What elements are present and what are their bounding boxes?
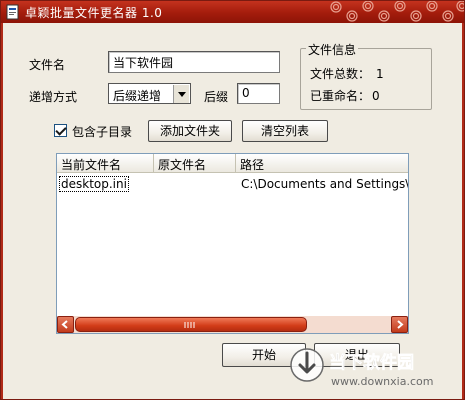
include-subdirs-checkbox[interactable] (54, 124, 67, 137)
renamed-count-label: 已重命名： 0 (310, 89, 380, 103)
scroll-right-button[interactable] (391, 316, 408, 333)
arrow-left-icon (61, 320, 68, 329)
app-window: 卓颖批量文件更名器 1.0 文件名 当下软件园 递增方式 后缀递增 后缀 0 文… (0, 0, 465, 400)
row-current-filename: desktop.ini (59, 176, 129, 192)
renamed-count-value: 0 (372, 89, 380, 103)
row-path: C:\Documents and Settings\Ac (241, 177, 409, 191)
app-icon (6, 4, 19, 20)
file-info-title: 文件信息 (306, 41, 359, 58)
suffix-input[interactable]: 0 (237, 83, 280, 104)
file-total-value: 1 (376, 67, 384, 81)
arrow-right-icon (397, 320, 404, 329)
suffix-label: 后缀 (204, 90, 229, 104)
watermark-url: www.downxia.com (331, 375, 433, 388)
title-bar[interactable]: 卓颖批量文件更名器 1.0 (1, 1, 464, 23)
filename-label: 文件名 (29, 58, 66, 72)
chevron-down-icon[interactable] (173, 85, 189, 103)
increment-mode-value: 后缀递增 (113, 89, 162, 103)
column-path[interactable]: 路径 (236, 154, 408, 172)
window-border-right (462, 23, 464, 399)
scroll-left-button[interactable] (57, 316, 74, 333)
file-list-header: 当前文件名 原文件名 路径 (57, 154, 408, 173)
add-folder-button[interactable]: 添加文件夹 (148, 120, 232, 142)
include-subdirs-label: 包含子目录 (72, 125, 133, 139)
scroll-thumb[interactable] (75, 317, 307, 332)
window-title: 卓颖批量文件更名器 1.0 (25, 6, 163, 20)
increment-mode-select[interactable]: 后缀递增 (108, 83, 191, 104)
column-original-filename[interactable]: 原文件名 (154, 154, 236, 172)
grip-icon (184, 322, 195, 328)
decorative-swirl-pattern (330, 1, 464, 22)
column-current-filename[interactable]: 当前文件名 (57, 154, 154, 172)
filename-input[interactable]: 当下软件园 (108, 51, 280, 73)
increment-mode-label: 递增方式 (29, 90, 78, 104)
file-total-label: 文件总数： 1 (310, 67, 384, 81)
clear-list-button[interactable]: 清空列表 (242, 120, 328, 142)
file-list[interactable]: 当前文件名 原文件名 路径 desktop.ini C:\Documents a… (56, 153, 409, 334)
watermark-logo: 当下软件园 www.downxia.com (290, 348, 433, 388)
watermark-brand: 当下软件园 (329, 352, 414, 373)
horizontal-scrollbar[interactable] (57, 316, 408, 333)
window-border-left (1, 23, 3, 399)
